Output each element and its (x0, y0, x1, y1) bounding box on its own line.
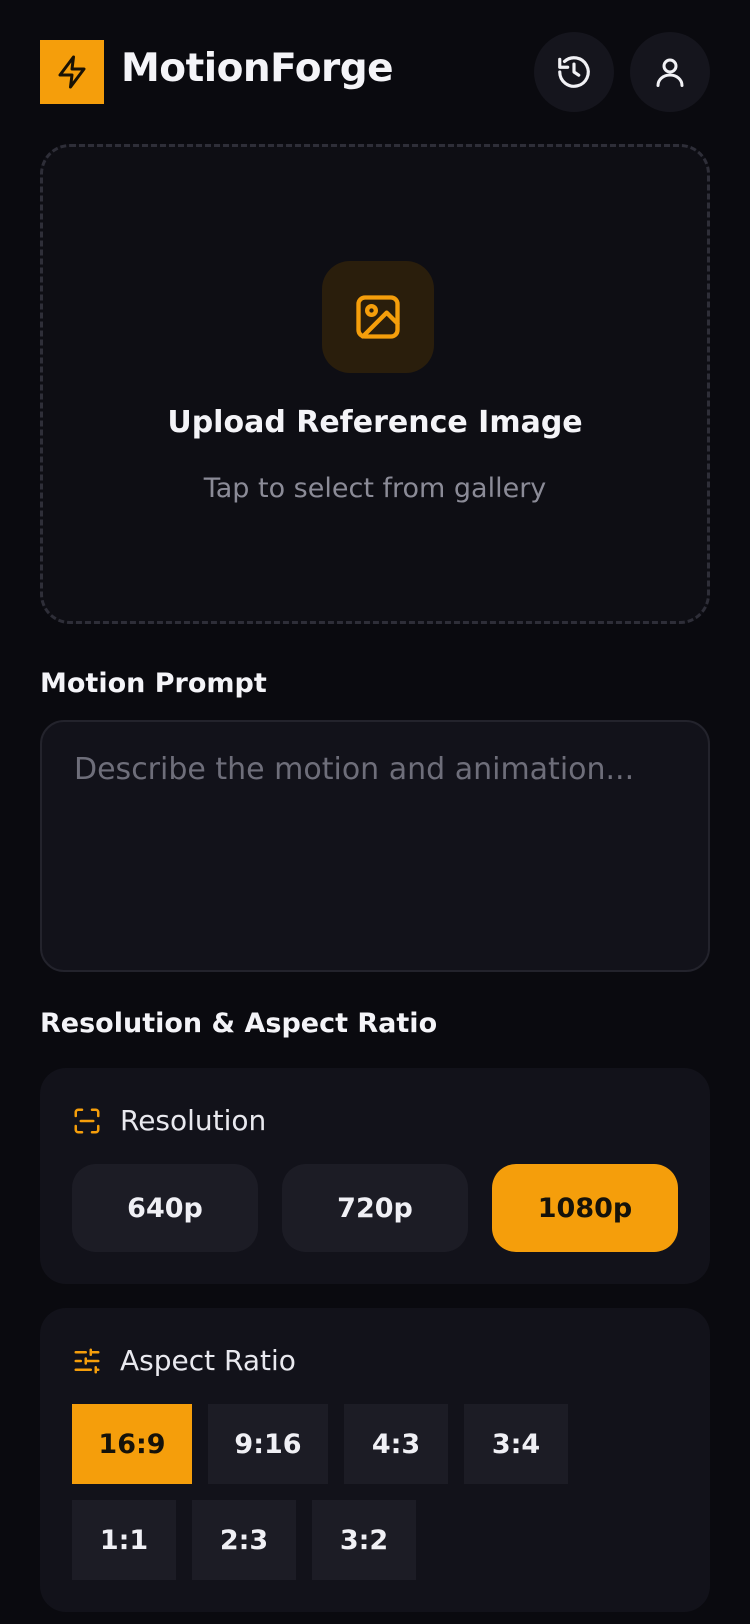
app-title: MotionForge (121, 46, 394, 91)
settings-heading: Resolution & Aspect Ratio (40, 1008, 438, 1039)
resolution-card: Resolution 640p 720p 1080p (40, 1068, 710, 1284)
sliders-icon (74, 1348, 100, 1374)
aspect-3-2-button[interactable]: 3:2 (312, 1500, 416, 1580)
app-root: MotionForge Upload Reference Image Tap t… (0, 0, 750, 1624)
header: MotionForge (40, 32, 710, 112)
resolution-640p-button[interactable]: 640p (72, 1164, 258, 1252)
resolution-720p-button[interactable]: 720p (282, 1164, 468, 1252)
motion-prompt-heading: Motion Prompt (40, 668, 267, 699)
aspect-ratio-card: Aspect Ratio 16:9 9:16 4:3 3:4 1:1 2:3 3… (40, 1308, 710, 1612)
aspect-1-1-button[interactable]: 1:1 (72, 1500, 176, 1580)
aspect-16-9-button[interactable]: 16:9 (72, 1404, 192, 1484)
history-icon (558, 56, 590, 88)
resolution-label: Resolution (120, 1104, 267, 1137)
aspect-2-3-button[interactable]: 2:3 (192, 1500, 296, 1580)
upload-dropzone[interactable]: Upload Reference Image Tap to select fro… (40, 144, 710, 624)
profile-button[interactable] (630, 32, 710, 112)
image-icon (356, 295, 400, 339)
aspect-3-4-button[interactable]: 3:4 (464, 1404, 568, 1484)
user-icon (656, 58, 684, 87)
resolution-header: Resolution (72, 1104, 266, 1138)
scan-frame-icon (74, 1108, 100, 1134)
aspect-9-16-button[interactable]: 9:16 (208, 1404, 328, 1484)
aspect-ratio-label: Aspect Ratio (120, 1344, 296, 1377)
aspect-ratio-header: Aspect Ratio (72, 1344, 296, 1378)
motion-prompt-input[interactable] (40, 720, 710, 972)
lightning-bolt-icon (58, 55, 86, 89)
upload-subtitle: Tap to select from gallery (203, 473, 547, 504)
upload-icon-container (322, 261, 434, 373)
upload-title: Upload Reference Image (167, 405, 583, 440)
history-button[interactable] (534, 32, 614, 112)
resolution-1080p-button[interactable]: 1080p (492, 1164, 678, 1252)
aspect-4-3-button[interactable]: 4:3 (344, 1404, 448, 1484)
app-logo (40, 40, 104, 104)
